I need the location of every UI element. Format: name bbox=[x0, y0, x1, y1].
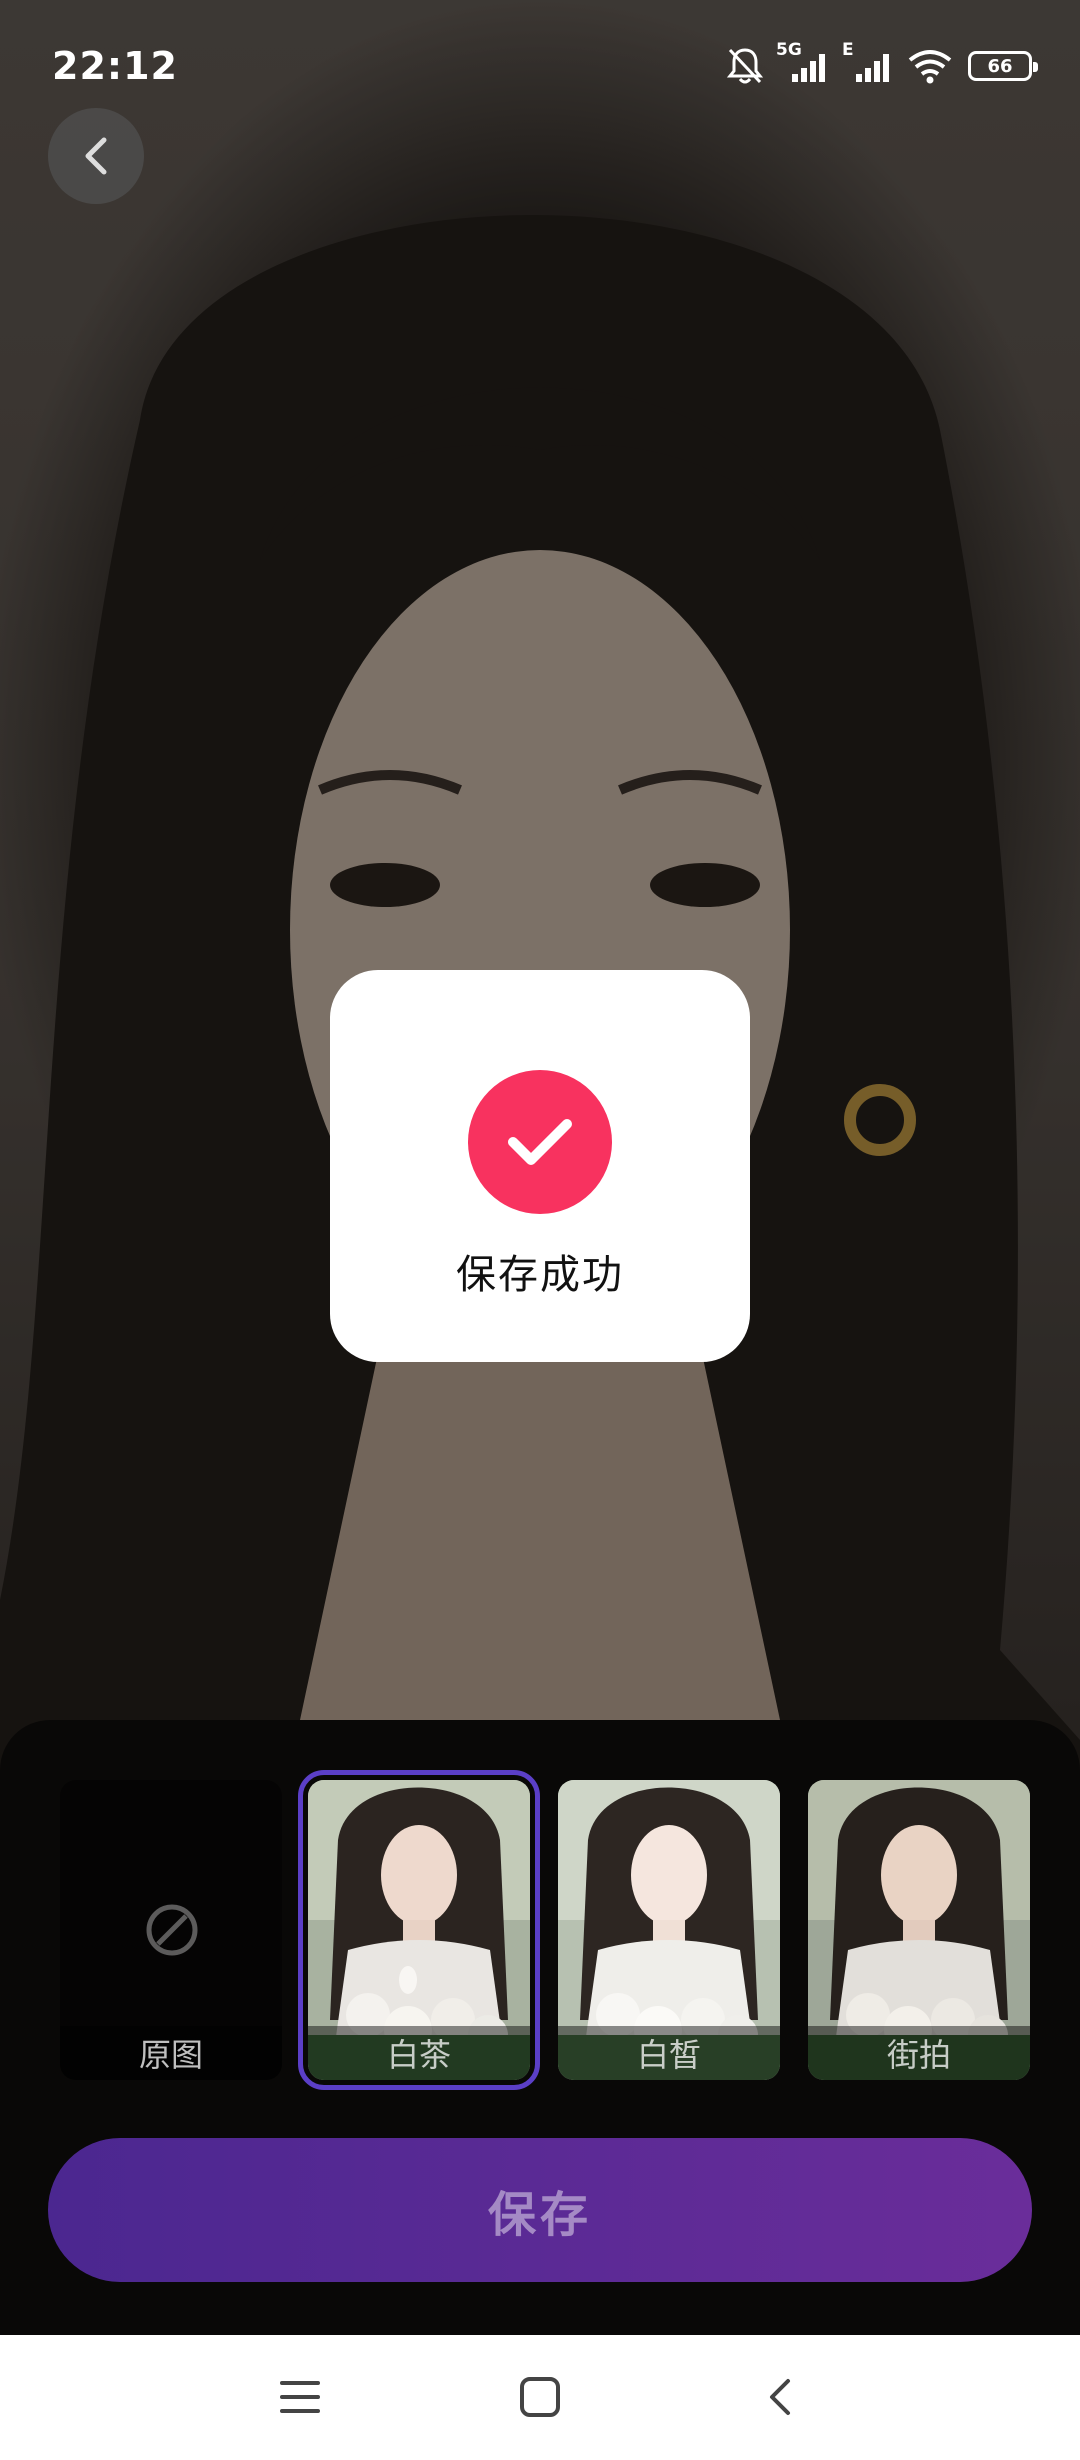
check-icon bbox=[468, 1070, 612, 1214]
filter-original[interactable]: 原图 bbox=[60, 1780, 282, 2080]
none-icon bbox=[146, 1904, 198, 1956]
battery-icon: 66 bbox=[968, 51, 1038, 81]
mute-bell-icon bbox=[726, 46, 764, 86]
save-success-toast: 保存成功 bbox=[330, 970, 750, 1362]
filter-label: 白茶 bbox=[308, 2026, 530, 2080]
nav-menu-button[interactable] bbox=[268, 2365, 332, 2429]
filter-baicha[interactable]: 白茶 bbox=[298, 1770, 540, 2090]
toast-message: 保存成功 bbox=[456, 1252, 624, 1298]
system-nav-bar bbox=[0, 2335, 1080, 2460]
nav-back-button[interactable] bbox=[748, 2365, 812, 2429]
chevron-left-icon bbox=[85, 137, 107, 175]
filter-jiepai[interactable]: 街拍 bbox=[808, 1780, 1030, 2080]
menu-icon bbox=[280, 2381, 320, 2413]
network-e-label: E bbox=[842, 40, 854, 60]
status-icons: 5G E 66 bbox=[726, 40, 1038, 88]
status-time: 22:12 bbox=[52, 44, 178, 88]
filter-label: 街拍 bbox=[808, 2026, 1030, 2080]
signal-5g-icon: 5G bbox=[776, 40, 828, 84]
save-button[interactable]: 保存 bbox=[48, 2138, 1032, 2282]
battery-level: 66 bbox=[987, 55, 1013, 77]
network-5g-label: 5G bbox=[776, 40, 802, 60]
filter-label: 原图 bbox=[60, 2026, 282, 2080]
nav-home-button[interactable] bbox=[508, 2365, 572, 2429]
filter-baixi[interactable]: 白皙 bbox=[558, 1780, 780, 2080]
status-bar: 22:12 5G E 66 bbox=[0, 0, 1080, 130]
save-button-label: 保存 bbox=[487, 2187, 592, 2243]
filter-label: 白皙 bbox=[558, 2026, 780, 2080]
screen: 22:12 5G E 66 保存成功 原图 白茶 白皙 街拍 保存 bbox=[0, 0, 1080, 2460]
signal-e-icon: E bbox=[842, 40, 892, 84]
home-square-icon bbox=[520, 2377, 560, 2417]
wifi-icon bbox=[906, 48, 954, 84]
back-button[interactable] bbox=[48, 108, 144, 204]
chevron-left-icon bbox=[770, 2379, 790, 2415]
